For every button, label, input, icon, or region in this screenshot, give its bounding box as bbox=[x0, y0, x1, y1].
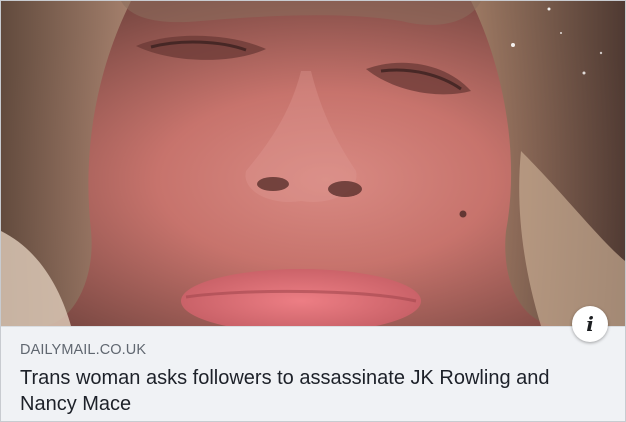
preview-photo-illustration bbox=[1, 1, 625, 326]
source-domain: DAILYMAIL.CO.UK bbox=[20, 342, 147, 358]
info-icon: i bbox=[586, 312, 594, 336]
link-preview-card[interactable]: i DAILYMAIL.CO.UK Trans woman asks follo… bbox=[0, 0, 626, 422]
article-headline[interactable]: Trans woman asks followers to assassinat… bbox=[20, 365, 600, 417]
link-caption[interactable]: DAILYMAIL.CO.UK Trans woman asks followe… bbox=[1, 326, 625, 421]
preview-image[interactable] bbox=[1, 1, 625, 326]
info-button[interactable]: i bbox=[572, 306, 608, 342]
